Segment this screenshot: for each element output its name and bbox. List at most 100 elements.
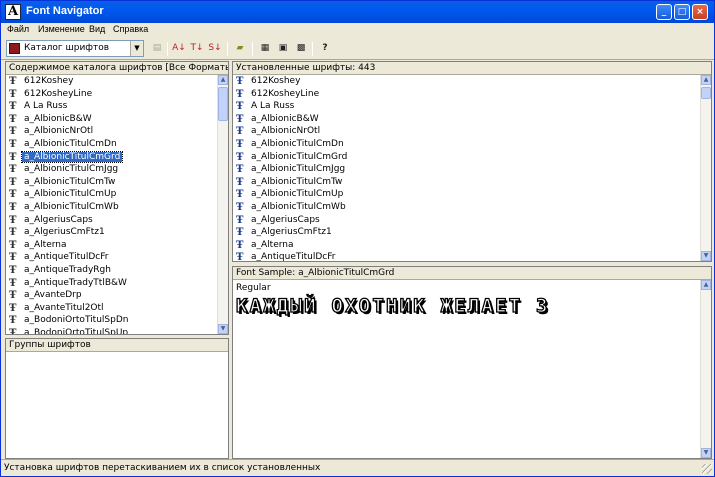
scroll-down-icon[interactable]: ▼ (701, 251, 711, 261)
installed-font-item[interactable]: Ŧa_AlbionicB&W (233, 113, 700, 126)
catalog-font-item[interactable]: Ŧa_Alterna (6, 239, 217, 252)
catalog-font-item[interactable]: Ŧa_AlbionicTitulCmDn (6, 138, 217, 151)
catalog-font-item[interactable]: Ŧ A La Russ (6, 100, 217, 113)
catalog-font-item[interactable]: Ŧa_AlbionicTitulCmTw (6, 176, 217, 189)
installed-panel: Установленные шрифты: 443 Ŧ 612Koshey Ŧ 612… (232, 61, 712, 262)
installed-panel-header: Установленные шрифты: 443 (233, 62, 711, 75)
installed-font-item[interactable]: Ŧ 612KosheyLine (233, 88, 700, 101)
font-name: a_AntiqueTradyRgh (24, 264, 111, 275)
book-icon (9, 43, 20, 54)
font-file-icon: Ŧ (236, 201, 244, 213)
font-name: 612KosheyLine (24, 88, 93, 99)
installed-font-item[interactable]: Ŧa_AlbionicNrOtl (233, 125, 700, 138)
catalog-font-item[interactable]: Ŧa_AlbionicTitulCmJgg (6, 163, 217, 176)
catalog-font-item[interactable]: Ŧa_AntiqueTradyTtlB&W (6, 277, 217, 290)
installed-scrollbar[interactable]: ▲ ▼ (700, 75, 711, 261)
font-name: 612KosheyLine (251, 88, 320, 99)
installed-font-item[interactable]: Ŧa_AlbionicTitulCmGrd (233, 151, 700, 164)
installed-font-item[interactable]: Ŧ 612Koshey (233, 75, 700, 88)
font-file-icon: Ŧ (236, 101, 244, 113)
sort-size-icon[interactable]: S↓ (207, 41, 223, 56)
scroll-down-icon[interactable]: ▼ (218, 324, 228, 334)
sort-az-icon[interactable]: A↓ (171, 41, 187, 56)
minimize-button[interactable]: _ (656, 4, 672, 20)
font-name: a_Alterna (24, 239, 67, 250)
toolbar-separator (312, 42, 313, 56)
font-file-icon: Ŧ (9, 88, 17, 100)
catalog-font-item[interactable]: Ŧa_AntiqueTitulDcFr (6, 251, 217, 264)
catalog-font-item[interactable]: Ŧa_AlbionicTitulCmGrd (6, 150, 217, 164)
installed-font-item[interactable]: Ŧa_AlbionicTitulCmWb (233, 201, 700, 214)
installed-font-item[interactable]: Ŧa_AlbionicTitulCmDn (233, 138, 700, 151)
toolbar: Каталог шрифтов ▼ ▤ A↓ T↓ S↓ ▰ ▦ ▣ ▩ ? (1, 39, 714, 60)
catalog-scrollbar[interactable]: ▲ ▼ (217, 75, 228, 334)
scroll-up-icon[interactable]: ▲ (701, 280, 711, 290)
sort-type-icon[interactable]: T↓ (189, 41, 205, 56)
catalog-font-item[interactable]: Ŧa_AvanteDrp (6, 289, 217, 302)
catalog-select[interactable]: Каталог шрифтов ▼ (6, 40, 144, 57)
catalog-font-item[interactable]: Ŧa_BodoniOrtoTitulSpDn (6, 314, 217, 327)
font-name: a_BodoniOrtoTitulSpDn (24, 315, 129, 326)
catalog-font-item[interactable]: Ŧa_AlgeriusCmFtz1 (6, 226, 217, 239)
font-name: a_AlbionicTitulCmJgg (251, 164, 346, 175)
catalog-font-item[interactable]: Ŧa_BodoniOrtoTitulSpUp (6, 327, 217, 334)
menu-help[interactable]: Справка (113, 24, 148, 34)
menu-view[interactable]: Вид (89, 24, 105, 34)
font-file-icon: Ŧ (9, 239, 17, 251)
installed-font-list: Ŧ 612Koshey Ŧ 612KosheyLine Ŧ A La Russ Ŧa_Alb… (233, 75, 700, 261)
installed-font-item[interactable]: Ŧa_Alterna (233, 239, 700, 252)
font-name: a_AntiqueTradyTtlB&W (24, 277, 127, 288)
font-file-icon: Ŧ (9, 76, 17, 87)
menu-file[interactable]: Файл (7, 24, 29, 34)
properties-icon[interactable]: ▤ (149, 41, 165, 56)
close-button[interactable]: × (692, 4, 708, 20)
font-file-icon: Ŧ (9, 214, 17, 226)
menu-edit[interactable]: Изменение (38, 24, 85, 34)
installed-font-item[interactable]: Ŧa_AlgeriusCmFtz1 (233, 226, 700, 239)
installed-font-item[interactable]: Ŧa_AntiqueTitulDcFr (233, 251, 700, 261)
catalog-font-item[interactable]: Ŧa_AlgeriusCaps (6, 214, 217, 227)
catalog-font-item[interactable]: Ŧa_AntiqueTradyRgh (6, 264, 217, 277)
maximize-button[interactable]: □ (674, 4, 690, 20)
resize-grip-icon[interactable] (702, 464, 712, 474)
installed-font-item[interactable]: Ŧa_AlgeriusCaps (233, 214, 700, 227)
font-name: a_AvanteTitul2Otl (24, 302, 104, 313)
scroll-thumb[interactable] (701, 87, 711, 99)
window-title: Font Navigator (26, 5, 104, 17)
font-file-icon: Ŧ (236, 252, 244, 261)
catalog-font-item[interactable]: Ŧa_AlbionicB&W (6, 113, 217, 126)
catalog-panel: Содержимое каталога шрифтов [Все Форматы… (5, 61, 229, 335)
installed-font-item[interactable]: Ŧa_AlbionicTitulCmJgg (233, 163, 700, 176)
help-icon[interactable]: ? (317, 41, 333, 56)
catalog-font-item[interactable]: Ŧa_AlbionicNrOtl (6, 125, 217, 138)
font-sample-style: Regular (236, 283, 271, 293)
print-icon[interactable]: ▦ (257, 41, 273, 56)
catalog-font-item[interactable]: Ŧa_AvanteTitul2Otl (6, 302, 217, 315)
install-icon[interactable]: ▩ (293, 41, 309, 56)
catalog-font-item[interactable]: Ŧa_AlbionicTitulCmUp (6, 188, 217, 201)
groups-panel: Группы шрифтов (5, 338, 229, 459)
scroll-up-icon[interactable]: ▲ (218, 75, 228, 85)
preview-icon[interactable]: ▣ (275, 41, 291, 56)
new-folder-icon[interactable]: ▰ (232, 41, 248, 56)
font-file-icon: Ŧ (236, 138, 244, 150)
catalog-font-item[interactable]: Ŧ 612KosheyLine (6, 88, 217, 101)
font-name: a_AlgeriusCaps (24, 214, 93, 225)
catalog-font-item[interactable]: Ŧa_AlbionicTitulCmWb (6, 201, 217, 214)
font-name: a_AlbionicTitulCmGrd (20, 150, 124, 163)
font-name: a_AlgeriusCaps (251, 214, 320, 225)
chevron-down-icon[interactable]: ▼ (130, 41, 143, 56)
installed-font-item[interactable]: Ŧ A La Russ (233, 100, 700, 113)
sample-scrollbar[interactable]: ▲ ▼ (700, 280, 711, 458)
title-bar[interactable]: A Font Navigator _ □ × (1, 1, 714, 23)
scroll-up-icon[interactable]: ▲ (701, 75, 711, 85)
font-file-icon: Ŧ (9, 315, 17, 327)
font-name: a_AlbionicTitulCmTw (24, 176, 116, 187)
installed-font-item[interactable]: Ŧa_AlbionicTitulCmTw (233, 176, 700, 189)
catalog-font-item[interactable]: Ŧ 612Koshey (6, 75, 217, 88)
installed-font-item[interactable]: Ŧa_AlbionicTitulCmUp (233, 188, 700, 201)
font-name: a_AlbionicTitulCmWb (251, 201, 346, 212)
scroll-down-icon[interactable]: ▼ (701, 448, 711, 458)
font-name: a_AlbionicTitulCmJgg (24, 164, 119, 175)
scroll-thumb[interactable] (218, 87, 228, 121)
